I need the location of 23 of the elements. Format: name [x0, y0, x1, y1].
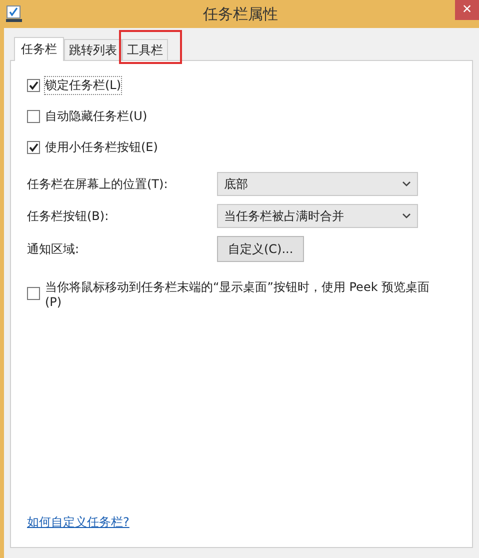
dropdown[interactable]: 底部 [217, 172, 418, 196]
checkbox-label: 自动隐藏任务栏(U) [45, 108, 148, 125]
window-title: 任务栏属性 [202, 4, 279, 24]
checkbox-label: 当你将鼠标移动到任务栏末端的“显示桌面”按钮时，使用 Peek 预览桌面(P) [45, 280, 431, 310]
tab[interactable]: 工具栏 [122, 39, 168, 60]
checkbox-label: 使用小任务栏按钮(E) [45, 139, 158, 156]
close-button[interactable]: × [455, 0, 479, 20]
setting-label: 通知区域: [27, 240, 80, 258]
checkbox[interactable] [27, 110, 40, 123]
checkbox[interactable] [27, 287, 40, 300]
checkbox[interactable] [27, 141, 40, 154]
checkbox-label: 锁定任务栏(L) [45, 77, 122, 94]
setting-label: 任务栏按钮(B): [27, 208, 110, 224]
tab[interactable]: 跳转列表 [64, 39, 122, 60]
tab[interactable]: 任务栏 [14, 37, 64, 61]
help-link[interactable]: 如何自定义任务栏? [27, 514, 130, 531]
checkbox[interactable] [27, 79, 40, 92]
customize-button[interactable]: 自定义(C)... [217, 236, 304, 262]
chevron-down-icon [402, 181, 411, 187]
dropdown[interactable]: 当任务栏被占满时合并 [217, 204, 418, 228]
chevron-down-icon [402, 213, 411, 219]
app-icon [6, 5, 22, 23]
setting-label: 任务栏在屏幕上的位置(T): [27, 176, 169, 192]
